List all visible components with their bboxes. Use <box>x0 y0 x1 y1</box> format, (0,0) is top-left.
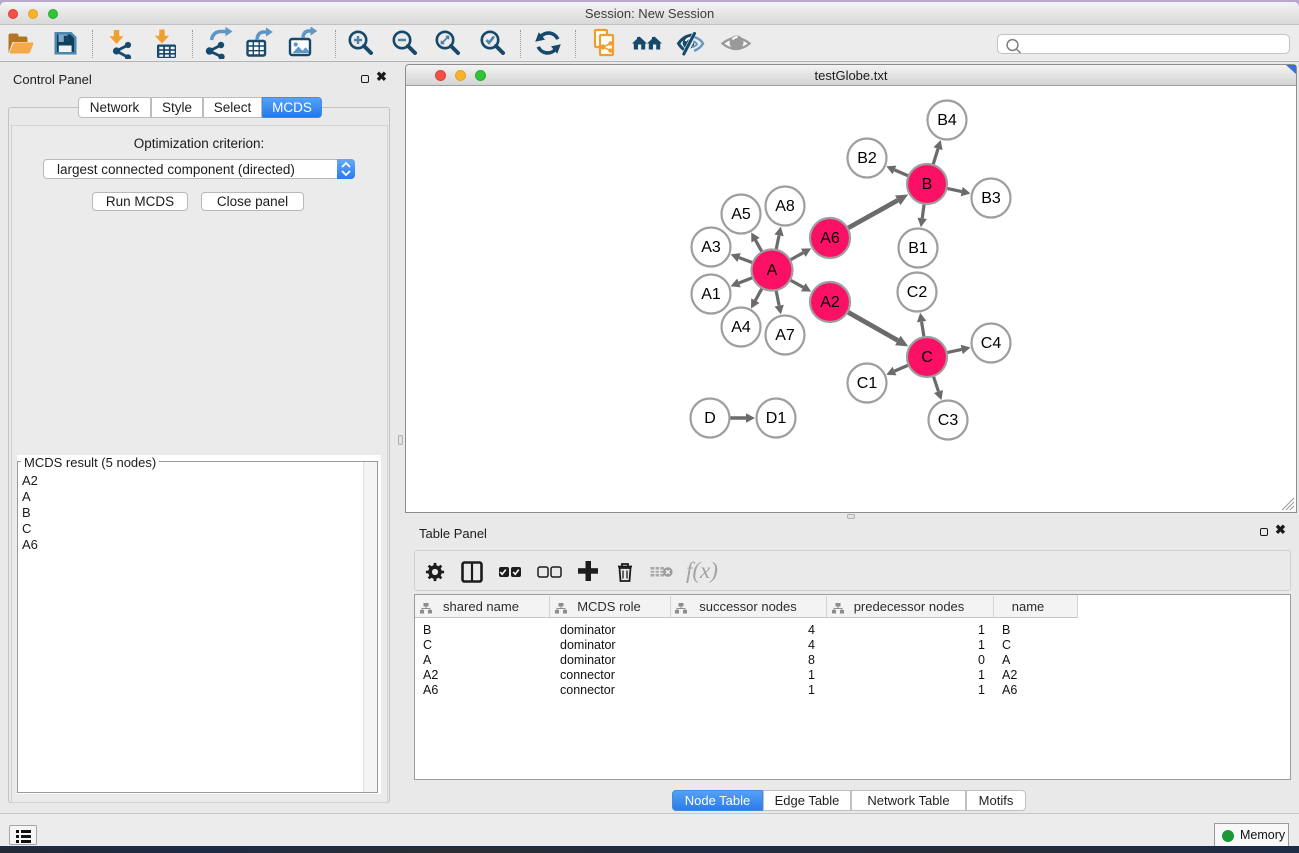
svg-text:A4: A4 <box>731 319 751 336</box>
svg-text:C3: C3 <box>938 412 959 429</box>
svg-text:A7: A7 <box>775 327 795 344</box>
svg-text:A5: A5 <box>731 206 751 223</box>
svg-text:C1: C1 <box>857 375 878 392</box>
svg-text:B1: B1 <box>908 240 928 257</box>
svg-text:B3: B3 <box>981 190 1001 207</box>
svg-text:B4: B4 <box>937 112 957 129</box>
svg-text:D: D <box>704 410 716 427</box>
svg-text:A8: A8 <box>775 198 795 215</box>
svg-text:C2: C2 <box>907 284 928 301</box>
svg-text:A: A <box>767 262 778 279</box>
svg-text:B: B <box>922 176 933 193</box>
svg-text:D1: D1 <box>766 410 787 427</box>
svg-text:A2: A2 <box>820 294 840 311</box>
svg-text:C: C <box>921 349 933 366</box>
svg-text:C4: C4 <box>981 335 1002 352</box>
svg-text:B2: B2 <box>857 150 877 167</box>
svg-text:A3: A3 <box>701 239 721 256</box>
svg-text:A1: A1 <box>701 286 721 303</box>
svg-text:A6: A6 <box>820 230 840 247</box>
